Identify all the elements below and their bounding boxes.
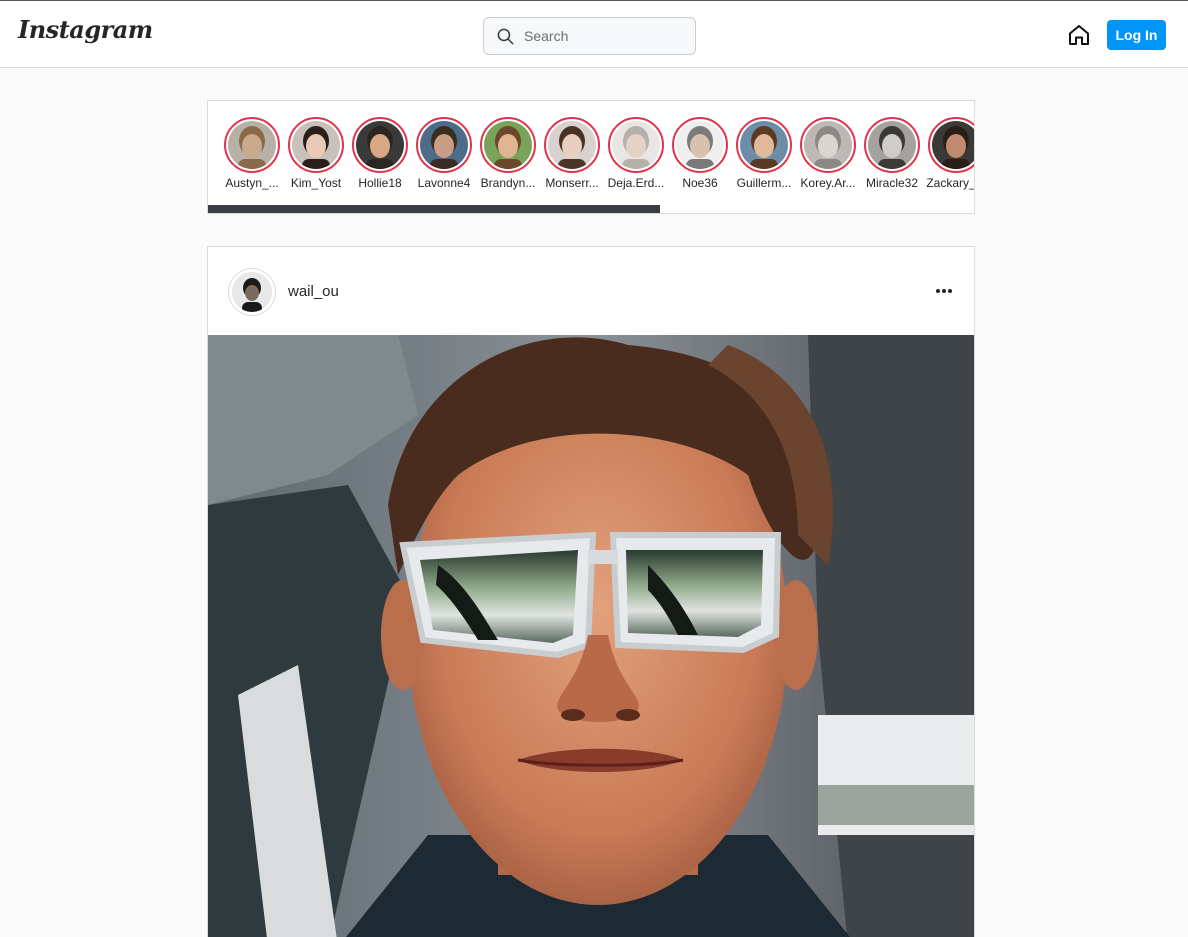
story-username: Hollie18 bbox=[358, 176, 402, 190]
story-avatar bbox=[548, 121, 596, 169]
post-image[interactable] bbox=[208, 335, 974, 937]
post-username[interactable]: wail_ou bbox=[288, 283, 339, 300]
story-ring bbox=[288, 117, 344, 173]
story-item[interactable]: Miracle32 bbox=[860, 117, 924, 190]
story-ring bbox=[480, 117, 536, 173]
story-item[interactable]: Kim_Yost bbox=[284, 117, 348, 190]
post-card: wail_ou bbox=[207, 246, 975, 937]
story-item[interactable]: Austyn_... bbox=[220, 117, 284, 190]
story-username: Noe36 bbox=[682, 176, 718, 190]
story-ring bbox=[416, 117, 472, 173]
story-ring bbox=[224, 117, 280, 173]
story-username: Brandyn... bbox=[480, 176, 536, 190]
story-username: Korey.Ar... bbox=[800, 176, 856, 190]
story-avatar bbox=[356, 121, 404, 169]
story-ring bbox=[544, 117, 600, 173]
stories-scrollbar[interactable] bbox=[208, 205, 974, 213]
story-ring bbox=[352, 117, 408, 173]
search-box[interactable] bbox=[483, 17, 696, 55]
story-ring bbox=[800, 117, 856, 173]
story-username: Kim_Yost bbox=[290, 176, 342, 190]
story-avatar bbox=[484, 121, 532, 169]
story-avatar bbox=[804, 121, 852, 169]
story-ring bbox=[928, 117, 974, 173]
story-item[interactable]: Lavonne4 bbox=[412, 117, 476, 190]
stories-tray: Austyn_... Kim_Yost Hollie18 Lavonne4 Brandy… bbox=[207, 100, 975, 214]
login-button[interactable]: Log In bbox=[1107, 20, 1166, 50]
story-username: Lavonne4 bbox=[417, 176, 471, 190]
top-nav: Instagram Log In bbox=[0, 0, 1188, 68]
post-header: wail_ou bbox=[208, 247, 974, 335]
story-item[interactable]: Zackary_... bbox=[924, 117, 975, 190]
story-item[interactable]: Korey.Ar... bbox=[796, 117, 860, 190]
story-avatar bbox=[932, 121, 974, 169]
story-item[interactable]: Hollie18 bbox=[348, 117, 412, 190]
story-username: Austyn_... bbox=[225, 176, 279, 190]
story-avatar bbox=[612, 121, 660, 169]
story-avatar bbox=[868, 121, 916, 169]
search-icon bbox=[497, 28, 514, 44]
story-avatar bbox=[740, 121, 788, 169]
story-username: Monserr... bbox=[545, 176, 599, 190]
story-ring bbox=[736, 117, 792, 173]
story-item[interactable]: Deja.Erd... bbox=[604, 117, 668, 190]
story-avatar bbox=[292, 121, 340, 169]
story-item[interactable]: Noe36 bbox=[668, 117, 732, 190]
post-avatar[interactable] bbox=[228, 268, 276, 316]
story-username: Deja.Erd... bbox=[607, 176, 665, 190]
post-photo bbox=[208, 335, 974, 937]
story-avatar bbox=[420, 121, 468, 169]
instagram-logo[interactable]: Instagram bbox=[18, 15, 153, 44]
story-username: Miracle32 bbox=[865, 176, 919, 190]
story-avatar bbox=[228, 121, 276, 169]
post-avatar-image bbox=[232, 272, 272, 312]
story-item[interactable]: Guillerm... bbox=[732, 117, 796, 190]
story-username: Zackary_... bbox=[926, 176, 975, 190]
story-ring bbox=[672, 117, 728, 173]
more-horizontal-icon[interactable] bbox=[934, 283, 954, 299]
stories-scrollbar-thumb[interactable] bbox=[208, 205, 660, 213]
story-ring bbox=[864, 117, 920, 173]
story-username: Guillerm... bbox=[736, 176, 792, 190]
story-avatar bbox=[676, 121, 724, 169]
search-input[interactable] bbox=[524, 28, 674, 44]
story-item[interactable]: Monserr... bbox=[540, 117, 604, 190]
home-icon[interactable] bbox=[1067, 23, 1091, 47]
story-ring bbox=[608, 117, 664, 173]
story-item[interactable]: Brandyn... bbox=[476, 117, 540, 190]
